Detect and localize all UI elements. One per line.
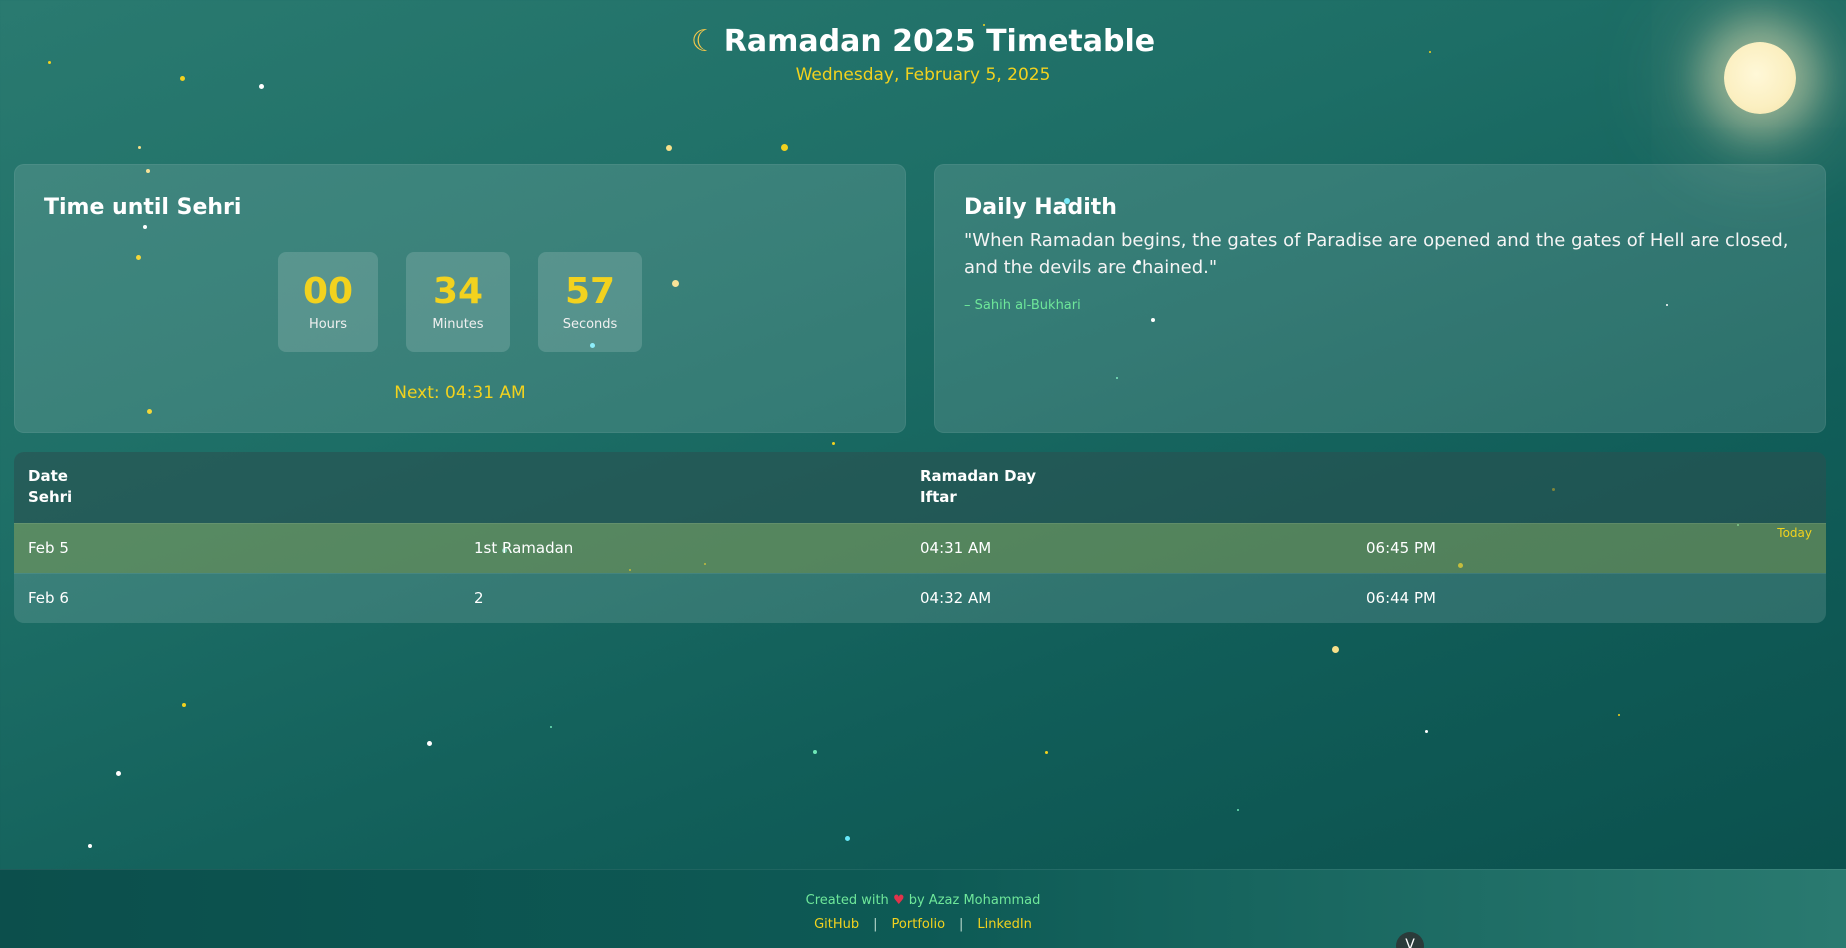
footer-links: GitHub | Portfolio | LinkedIn <box>0 917 1846 932</box>
row-sehri: 04:31 AM <box>920 539 992 557</box>
credit-suffix: by Azaz Mohammad <box>908 893 1041 908</box>
star <box>116 771 121 776</box>
row-iftar: 06:45 PM <box>1366 539 1436 557</box>
link-separator: | <box>959 917 964 932</box>
page-title: ☾ Ramadan 2025 Timetable <box>691 24 1155 59</box>
star <box>550 726 552 728</box>
today-badge: Today <box>1777 526 1812 540</box>
linkedin-link[interactable]: LinkedIn <box>977 917 1031 932</box>
row-ramadan-day: 1st Ramadan <box>474 539 574 557</box>
footer-credit: Created with ♥ by Azaz Mohammad <box>0 893 1846 908</box>
crescent-moon-icon: ☾ <box>690 24 718 59</box>
star <box>1045 751 1048 754</box>
row-date: Feb 6 <box>28 589 69 607</box>
row-ramadan-day: 2 <box>474 589 484 607</box>
heart-icon: ♥ <box>892 893 905 908</box>
hours-value: 00 <box>302 270 354 312</box>
credit-prefix: Created with <box>805 893 889 908</box>
star <box>182 703 186 707</box>
header-date-sehri: Date Sehri <box>28 466 72 508</box>
header-sehri: Sehri <box>28 488 73 506</box>
hours-box: 00 Hours <box>278 252 378 352</box>
table-header: Date Sehri Ramadan Day Iftar <box>14 452 1826 523</box>
timetable: Date Sehri Ramadan Day Iftar Feb 5 1st R… <box>14 452 1826 623</box>
star <box>427 741 432 746</box>
portfolio-link[interactable]: Portfolio <box>892 917 945 932</box>
seconds-value: 57 <box>564 270 616 312</box>
star <box>1618 714 1620 716</box>
star <box>832 442 835 445</box>
row-date: Feb 5 <box>28 539 69 557</box>
star <box>1237 809 1239 811</box>
star <box>813 750 817 754</box>
current-date: Wednesday, February 5, 2025 <box>795 65 1051 85</box>
row-iftar: 06:44 PM <box>1366 589 1436 607</box>
hadith-text: "When Ramadan begins, the gates of Parad… <box>964 230 1789 278</box>
next-time: Next: 04:31 AM <box>394 383 526 403</box>
hadith-card: Daily Hadith "When Ramadan begins, the g… <box>934 164 1826 433</box>
hadith-title: Daily Hadith <box>964 195 1117 220</box>
row-sehri: 04:32 AM <box>920 589 992 607</box>
star <box>1425 730 1428 733</box>
header-iftar: Iftar <box>920 488 957 506</box>
github-link[interactable]: GitHub <box>814 917 859 932</box>
header-ramadan-day: Ramadan Day <box>920 467 1037 485</box>
header-date: Date <box>28 467 68 485</box>
hadith-source: – Sahih al-Bukhari <box>964 298 1081 313</box>
page-title-text: Ramadan 2025 Timetable <box>723 24 1156 59</box>
page-footer: Created with ♥ by Azaz Mohammad GitHub |… <box>0 869 1846 948</box>
header-day-iftar: Ramadan Day Iftar <box>920 466 1036 508</box>
seconds-box: 57 Seconds <box>538 252 642 352</box>
seconds-label: Seconds <box>562 317 618 333</box>
minutes-box: 34 Minutes <box>406 252 510 352</box>
table-row: Feb 6 2 04:32 AM 06:44 PM <box>14 573 1826 623</box>
star <box>138 146 141 149</box>
star <box>781 144 788 151</box>
countdown-card: Time until Sehri 00 Hours 34 Minutes 57 … <box>14 164 906 433</box>
star <box>845 836 850 841</box>
link-separator: | <box>873 917 878 932</box>
star <box>666 145 672 151</box>
star <box>88 844 92 848</box>
countdown-timer: 00 Hours 34 Minutes 57 Seconds <box>15 252 905 352</box>
table-row: Feb 5 1st Ramadan 04:31 AM 06:45 PM Toda… <box>14 523 1826 573</box>
countdown-title: Time until Sehri <box>44 195 242 220</box>
minutes-value: 34 <box>432 270 484 312</box>
page-header: ☾ Ramadan 2025 Timetable Wednesday, Febr… <box>0 24 1846 85</box>
star <box>1332 646 1339 653</box>
minutes-label: Minutes <box>432 317 484 333</box>
hours-label: Hours <box>308 317 348 333</box>
